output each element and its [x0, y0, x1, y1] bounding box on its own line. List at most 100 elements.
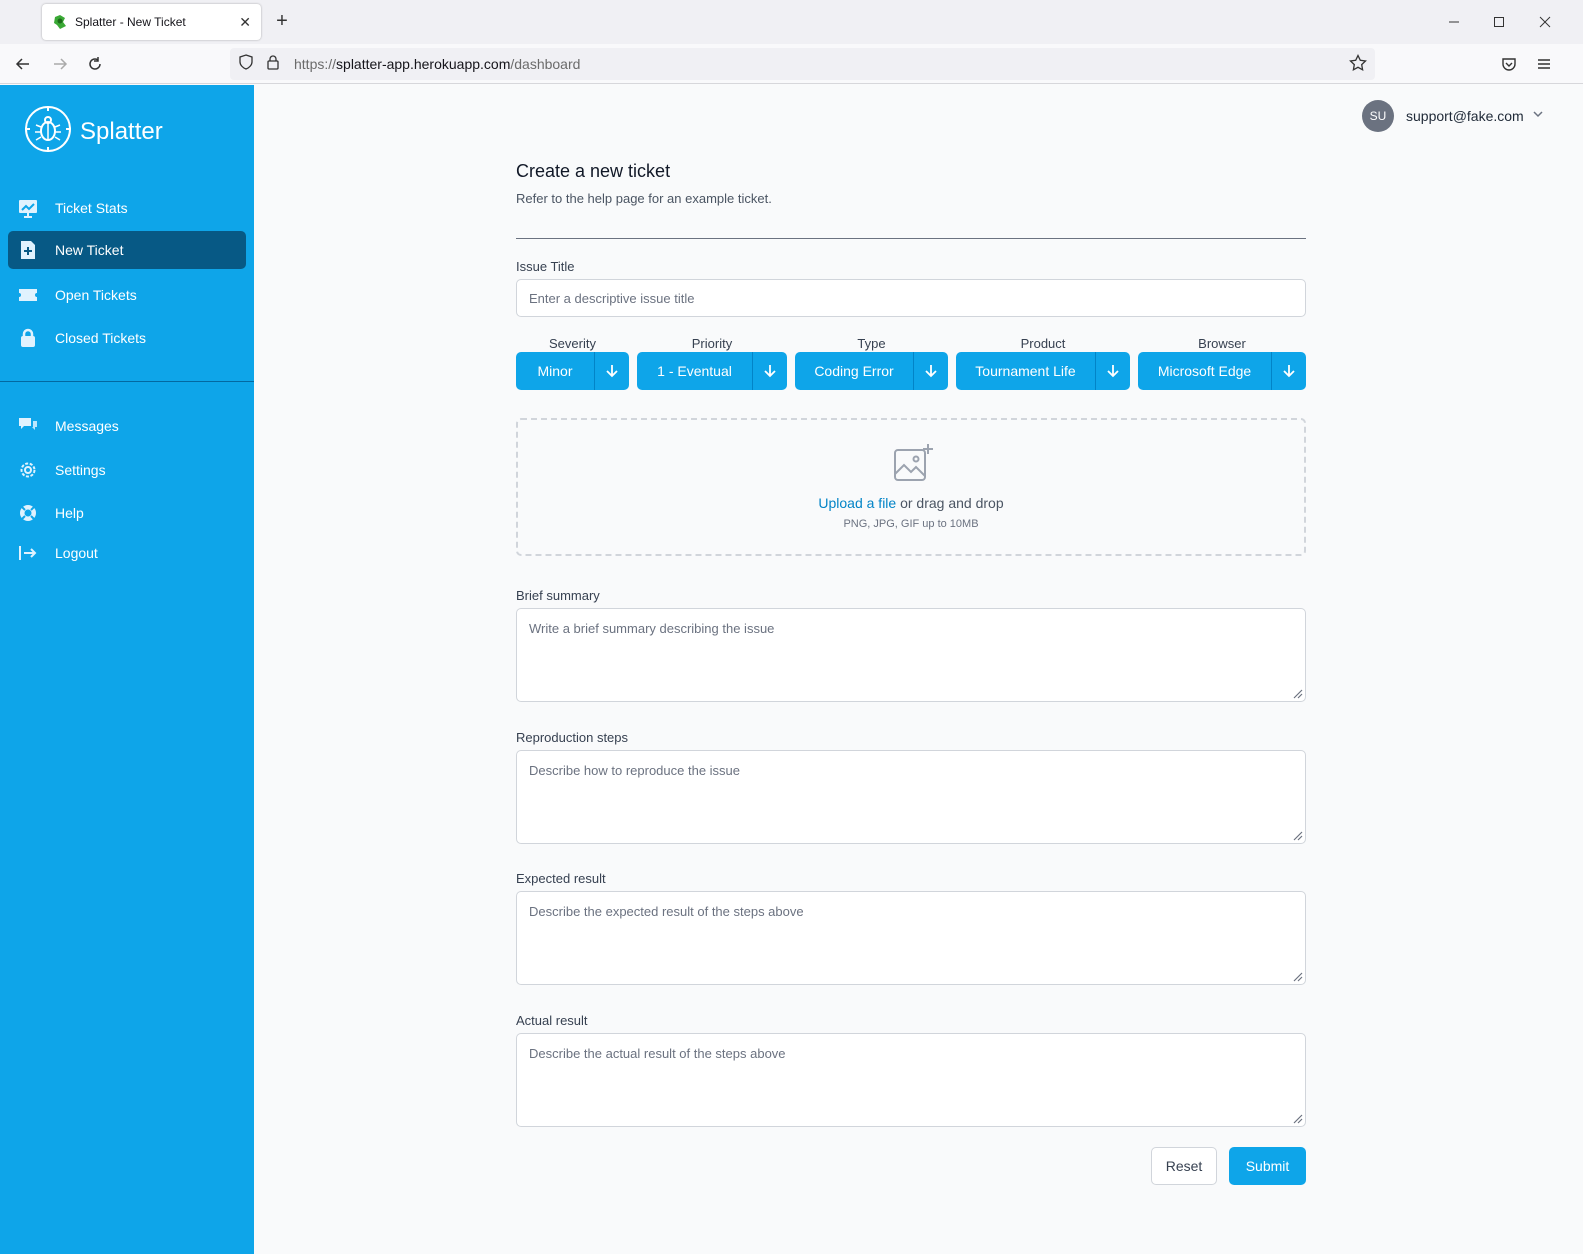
- bug-logo-icon: [24, 105, 72, 158]
- close-window-icon[interactable]: [1535, 12, 1555, 32]
- sidebar-item-ticket-stats[interactable]: Ticket Stats: [8, 189, 246, 227]
- sidebar-item-label: Messages: [55, 418, 119, 434]
- upload-hint: PNG, JPG, GIF up to 10MB: [843, 518, 979, 530]
- steps-textarea[interactable]: Describe how to reproduce the issue: [516, 750, 1306, 844]
- severity-select[interactable]: Minor: [516, 352, 629, 390]
- resize-grip-icon[interactable]: [1291, 829, 1303, 841]
- new-tab-icon[interactable]: +: [272, 11, 292, 31]
- close-tab-icon[interactable]: ✕: [239, 14, 251, 31]
- browser-nav-bar: https://splatter-app.herokuapp.com/dashb…: [0, 44, 1583, 84]
- sidebar-item-messages[interactable]: Messages: [8, 407, 246, 445]
- reload-icon[interactable]: [84, 53, 106, 75]
- submit-button[interactable]: Submit: [1229, 1147, 1306, 1185]
- arrow-down-icon: [1095, 352, 1130, 390]
- forward-arrow-icon[interactable]: [49, 53, 71, 75]
- url-host: splatter-app.herokuapp.com: [336, 56, 511, 72]
- summary-placeholder: Write a brief summary describing the iss…: [529, 621, 775, 636]
- sidebar-item-label: Open Tickets: [55, 287, 137, 303]
- upload-file-link[interactable]: Upload a file: [818, 495, 896, 511]
- type-label: Type: [857, 336, 886, 351]
- sidebar: Splatter Ticket Stats New Ticket Open Ti…: [0, 85, 254, 1254]
- severity-label: Severity: [549, 336, 596, 351]
- sidebar-item-closed-tickets[interactable]: Closed Tickets: [8, 319, 246, 357]
- type-value: Coding Error: [814, 363, 894, 379]
- lock-icon: [18, 328, 38, 348]
- priority-label: Priority: [691, 336, 733, 351]
- issue-title-placeholder: Enter a descriptive issue title: [529, 290, 695, 306]
- drag-drop-text: or drag and drop: [896, 495, 1004, 511]
- upload-instructions: Upload a file or drag and drop: [518, 495, 1304, 511]
- url-path: /dashboard: [510, 56, 581, 72]
- product-select[interactable]: Tournament Life: [956, 352, 1130, 390]
- issue-title-input[interactable]: Enter a descriptive issue title: [516, 279, 1306, 317]
- browser-tab-bar: Splatter - New Ticket ✕ +: [0, 0, 1583, 44]
- splatter-favicon-icon: [52, 14, 68, 30]
- image-upload-icon: [892, 442, 934, 489]
- plus-document-icon: [18, 240, 38, 260]
- sidebar-item-open-tickets[interactable]: Open Tickets: [8, 276, 246, 314]
- expected-textarea[interactable]: Describe the expected result of the step…: [516, 891, 1306, 985]
- sidebar-item-new-ticket[interactable]: New Ticket: [8, 231, 246, 269]
- sidebar-item-logout[interactable]: Logout: [8, 534, 246, 572]
- sidebar-item-settings[interactable]: Settings: [8, 451, 246, 489]
- actual-textarea[interactable]: Describe the actual result of the steps …: [516, 1033, 1306, 1127]
- browser-value: Microsoft Edge: [1157, 363, 1252, 379]
- arrow-down-icon: [1271, 352, 1306, 390]
- url-scheme: https://: [294, 56, 337, 72]
- app-name: Splatter: [80, 117, 163, 145]
- browser-tab-title: Splatter - New Ticket: [75, 15, 186, 29]
- sidebar-item-help[interactable]: Help: [8, 494, 246, 532]
- logout-icon: [18, 543, 38, 563]
- avatar: SU: [1362, 100, 1394, 132]
- browser-select[interactable]: Microsoft Edge: [1138, 352, 1306, 390]
- header-divider: [516, 238, 1306, 239]
- sidebar-item-label: Settings: [55, 462, 106, 478]
- chat-icon: [18, 416, 38, 436]
- resize-grip-icon[interactable]: [1291, 687, 1303, 699]
- reset-button[interactable]: Reset: [1151, 1147, 1217, 1185]
- chevron-down-icon: [1532, 107, 1544, 125]
- arrow-down-icon: [913, 352, 948, 390]
- expected-label: Expected result: [516, 871, 606, 886]
- actual-label: Actual result: [516, 1013, 588, 1028]
- steps-placeholder: Describe how to reproduce the issue: [529, 763, 741, 778]
- app-logo[interactable]: Splatter: [24, 105, 163, 158]
- address-bar[interactable]: https://splatter-app.herokuapp.com/dashb…: [230, 48, 1375, 80]
- url-text: https://splatter-app.herokuapp.com/dashb…: [294, 56, 580, 72]
- shield-icon[interactable]: [238, 53, 254, 75]
- lock-padlock-icon[interactable]: [266, 54, 280, 75]
- priority-select[interactable]: 1 - Eventual: [637, 352, 787, 390]
- type-select[interactable]: Coding Error: [795, 352, 948, 390]
- menu-hamburger-icon[interactable]: [1533, 53, 1555, 75]
- product-label: Product: [1020, 336, 1066, 351]
- resize-grip-icon[interactable]: [1291, 970, 1303, 982]
- pocket-icon[interactable]: [1498, 53, 1520, 75]
- steps-label: Reproduction steps: [516, 730, 629, 745]
- bookmark-star-icon[interactable]: [1349, 53, 1367, 77]
- browser-label: Browser: [1198, 336, 1246, 351]
- minimize-window-icon[interactable]: [1444, 12, 1464, 32]
- sidebar-item-label: New Ticket: [55, 242, 124, 258]
- priority-value: 1 - Eventual: [657, 363, 732, 379]
- summary-textarea[interactable]: Write a brief summary describing the iss…: [516, 608, 1306, 702]
- user-menu[interactable]: SU support@fake.com: [1362, 100, 1544, 132]
- sidebar-item-label: Ticket Stats: [55, 200, 128, 216]
- resize-grip-icon[interactable]: [1291, 1112, 1303, 1124]
- arrow-down-icon: [752, 352, 787, 390]
- file-dropzone[interactable]: Upload a file or drag and drop PNG, JPG,…: [516, 418, 1306, 556]
- lifebuoy-icon: [18, 503, 38, 523]
- summary-label: Brief summary: [516, 588, 600, 603]
- sidebar-item-label: Logout: [55, 545, 98, 561]
- browser-tab[interactable]: Splatter - New Ticket ✕: [42, 4, 261, 40]
- actual-placeholder: Describe the actual result of the steps …: [529, 1046, 786, 1061]
- arrow-down-icon: [594, 352, 629, 390]
- page-title: Create a new ticket: [516, 161, 671, 181]
- gear-icon: [18, 460, 38, 480]
- sidebar-item-label: Closed Tickets: [55, 330, 147, 346]
- back-arrow-icon[interactable]: [12, 53, 34, 75]
- page-subtitle: Refer to the help page for an example ti…: [516, 191, 772, 206]
- expected-placeholder: Describe the expected result of the step…: [529, 904, 804, 919]
- chart-icon: [18, 198, 38, 218]
- user-email: support@fake.com: [1406, 108, 1524, 124]
- maximize-window-icon[interactable]: [1489, 12, 1509, 32]
